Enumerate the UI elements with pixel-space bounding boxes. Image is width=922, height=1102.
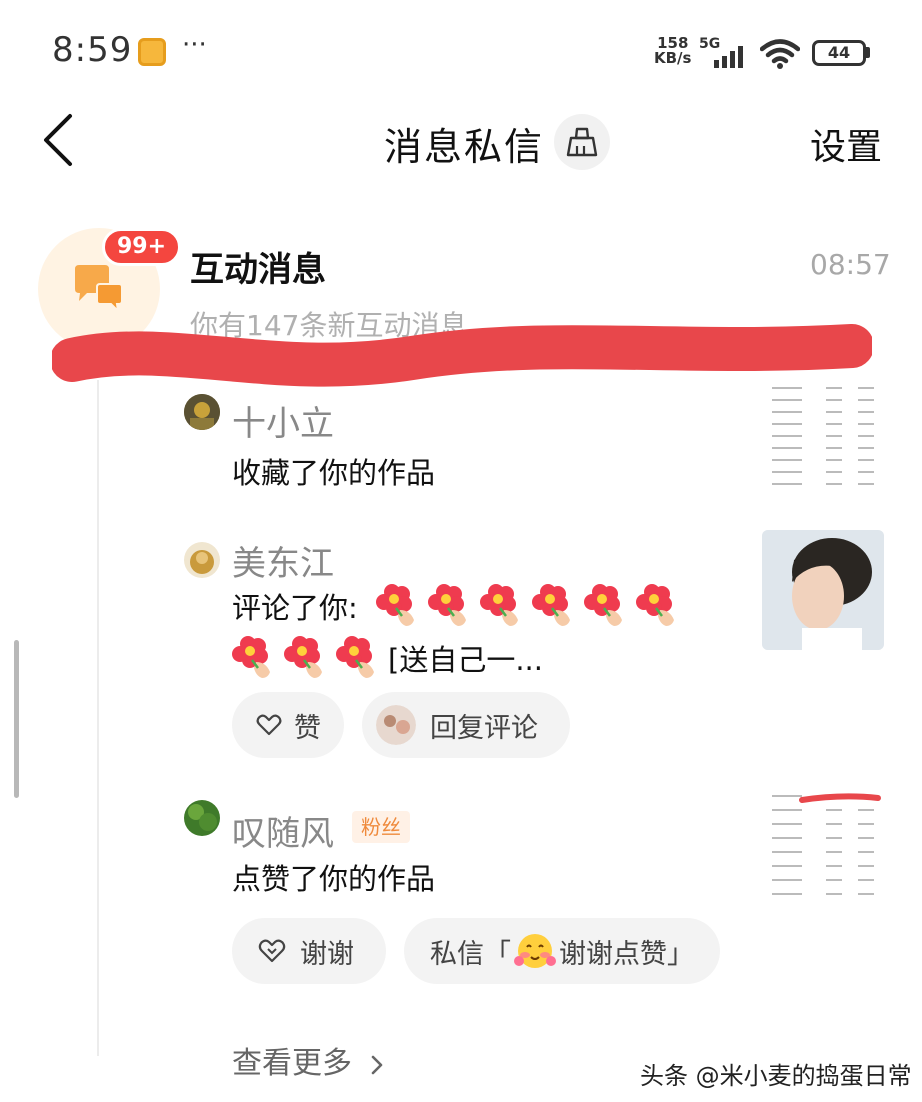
spreadsheet-thumbnail: [772, 387, 874, 485]
network-speed: 158 KB/s: [654, 36, 691, 66]
user-avatar-image: [184, 800, 220, 836]
see-more-label: 查看更多: [232, 1046, 352, 1081]
fan-tag: 粉丝: [352, 811, 410, 843]
see-more-link[interactable]: 查看更多: [232, 1038, 386, 1082]
user-avatar[interactable]: [184, 542, 220, 578]
user-name[interactable]: 叹随风: [232, 806, 334, 855]
chat-bubbles-icon: [75, 265, 123, 314]
work-thumbnail[interactable]: [762, 380, 884, 498]
battery-tip: [866, 47, 870, 58]
blush-emoji-icon: [514, 934, 556, 968]
flower-emoji-icon: [375, 584, 414, 626]
page-title: 消息私信: [384, 125, 545, 169]
flower-emoji-icon: [531, 584, 570, 626]
interaction-time: 08:57: [810, 248, 891, 281]
thanks-heart-icon: [258, 939, 286, 963]
like-label: 赞: [294, 712, 321, 744]
action-text: 点赞了你的作品: [232, 862, 436, 896]
dm-text: 谢谢点赞」: [559, 938, 694, 970]
action-text: 收藏了你的作品: [232, 456, 436, 490]
user-avatar-image: [184, 542, 220, 578]
thread-line: [97, 380, 99, 1056]
flower-emoji-icon: [479, 584, 518, 626]
scrollbar[interactable]: [14, 640, 19, 798]
unread-badge: 99+: [102, 228, 182, 266]
user-avatar[interactable]: [184, 394, 220, 430]
flower-emoji-icon: [427, 584, 466, 626]
comment-line-1: 评论了你:: [232, 584, 688, 628]
signal-icon: [714, 46, 743, 68]
work-thumbnail[interactable]: [762, 530, 884, 650]
chevron-left-icon: [44, 114, 72, 166]
reply-comment-button[interactable]: 回复评论: [362, 692, 570, 758]
comment-text-tail: [送自己一...: [388, 643, 543, 677]
work-thumbnail[interactable]: [762, 786, 884, 910]
thanks-button[interactable]: 谢谢: [232, 918, 386, 984]
network-speed-unit: KB/s: [654, 49, 692, 67]
comment-line-2: [送自己一...: [232, 636, 543, 680]
chevron-right-icon: [371, 1055, 382, 1074]
flower-emoji-icon: [284, 636, 322, 678]
interaction-title[interactable]: 互动消息: [190, 242, 326, 291]
flower-emoji-icon: [635, 584, 674, 626]
dm-thanks-button[interactable]: 私信「 谢谢点赞」: [404, 918, 720, 984]
spreadsheet-thumbnail: [772, 793, 881, 895]
like-button[interactable]: 赞: [232, 692, 344, 758]
user-avatar-image: [184, 394, 220, 430]
user-name[interactable]: 十小立: [232, 396, 334, 445]
flower-emoji-icon: [336, 636, 374, 678]
reply-label: 回复评论: [430, 712, 538, 744]
flower-emoji-row: [232, 636, 388, 680]
back-button[interactable]: [38, 112, 82, 168]
more-notifications-icon: ···: [182, 30, 207, 60]
status-time: 8:59: [52, 30, 133, 70]
flower-emoji-row: [375, 584, 688, 628]
watermark: 头条 @米小麦的捣蛋日常: [640, 1062, 912, 1090]
app-notification-icon: [138, 38, 166, 66]
thanks-label: 谢谢: [300, 938, 354, 970]
wifi-icon: [760, 39, 800, 69]
heart-icon: [256, 714, 282, 736]
clear-unread-button[interactable]: [554, 114, 610, 170]
battery-indicator: 44: [812, 40, 866, 66]
flower-emoji-icon: [583, 584, 622, 626]
reply-avatar: [376, 705, 416, 745]
broom-icon: [566, 127, 598, 157]
user-avatar[interactable]: [184, 800, 220, 836]
portrait-thumbnail: [762, 530, 884, 650]
dm-prefix: 私信「: [430, 938, 511, 970]
action-prefix: 评论了你:: [232, 591, 358, 625]
user-name[interactable]: 美东江: [232, 536, 334, 585]
settings-button[interactable]: 设置: [810, 118, 882, 170]
redaction-scribble: [52, 324, 872, 387]
flower-emoji-icon: [232, 636, 270, 678]
